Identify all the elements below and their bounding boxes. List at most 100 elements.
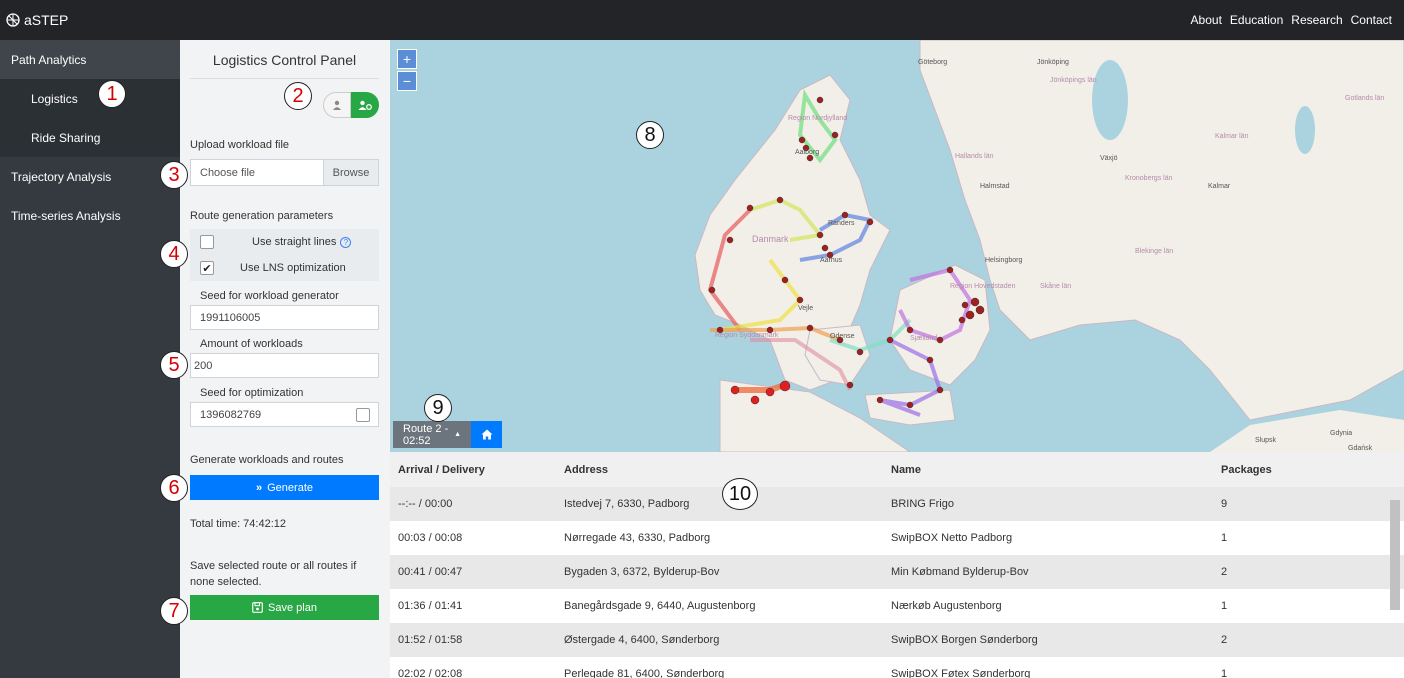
- annotation-10: 10: [722, 478, 758, 510]
- map-label-goteborg: Göteborg: [918, 59, 947, 66]
- cell-name: Min Købmand Bylderup-Bov: [891, 566, 1029, 578]
- nav-link-about[interactable]: About: [1191, 13, 1222, 27]
- seed-opt-field[interactable]: 1396082769: [190, 402, 379, 427]
- map-view[interactable]: Göteborg Jönköping Jönköpings län Gotlan…: [390, 40, 1404, 452]
- annotation-4: 4: [160, 240, 188, 268]
- total-time: Total time: 74:42:12: [190, 518, 287, 530]
- table-row[interactable]: 00:03 / 00:08 Nørregade 43, 6330, Padbor…: [390, 521, 1404, 555]
- annotation-2: 2: [284, 82, 312, 110]
- save-hint: Save selected route or all routes if non…: [190, 560, 357, 588]
- top-nav-links: About Education Research Contact: [1191, 13, 1392, 27]
- lns-checkbox[interactable]: ✔: [200, 261, 214, 275]
- sidebar-item-logistics[interactable]: Logistics: [0, 79, 180, 118]
- browse-button[interactable]: Browse: [323, 160, 378, 185]
- annotation-5: 5: [160, 351, 188, 379]
- sidebar-item-trajectory-analysis[interactable]: Trajectory Analysis: [0, 157, 180, 196]
- amount-input[interactable]: 200: [190, 353, 379, 378]
- seed-opt-checkbox[interactable]: [356, 408, 370, 422]
- seed-workload-input[interactable]: 1991106005: [190, 305, 379, 330]
- nav-link-contact[interactable]: Contact: [1351, 13, 1392, 27]
- save-plan-label: Save plan: [268, 601, 317, 614]
- user-icon: [333, 100, 341, 110]
- straight-lines-checkbox[interactable]: [200, 235, 214, 249]
- cell-name: Nærkøb Augustenborg: [891, 600, 1002, 612]
- user-mode-toggle: [323, 92, 379, 118]
- map-label-danmark: Danmark: [752, 234, 789, 244]
- cell-name: SwipBOX Borgen Sønderborg: [891, 634, 1038, 646]
- cell-arrival: --:-- / 00:00: [398, 498, 453, 510]
- map-label-region-hovedstaden: Region Hovedstaden: [950, 283, 1015, 290]
- astep-logo-icon: [6, 13, 20, 27]
- map-label-slupsk: Slupsk: [1255, 437, 1277, 444]
- cell-packages: 2: [1221, 566, 1228, 578]
- map-label-aalborg: Aalborg: [795, 149, 819, 156]
- save-plan-button[interactable]: Save plan: [190, 595, 379, 620]
- map-label-region-syddanmark: Region Syddanmark: [715, 332, 779, 339]
- annotation-6: 6: [160, 474, 188, 502]
- user-settings-button[interactable]: [351, 92, 379, 118]
- annotation-7: 7: [160, 597, 188, 625]
- scrollbar-thumb[interactable]: [1390, 500, 1400, 610]
- map-label-randers: Randers: [828, 220, 855, 227]
- file-upload-input[interactable]: Choose file Browse: [190, 159, 379, 186]
- col-packages[interactable]: Packages: [1221, 464, 1381, 476]
- brand[interactable]: aSTEP: [6, 12, 68, 28]
- map-label-gotlands-lan: Gotlands län: [1345, 95, 1384, 102]
- col-address[interactable]: Address: [557, 464, 891, 476]
- lns-row: ✔ Use LNS optimization: [200, 261, 375, 275]
- map-label-kalmar-lan: Kalmar län: [1215, 133, 1249, 140]
- cell-address: Østergade 4, 6400, Sønderborg: [564, 634, 720, 646]
- cell-name: SwipBOX Føtex Sønderborg: [891, 668, 1031, 678]
- generate-section-label: Generate workloads and routes: [190, 454, 344, 466]
- sidebar-item-time-series-analysis[interactable]: Time-series Analysis: [0, 196, 180, 235]
- nav-link-education[interactable]: Education: [1230, 13, 1283, 27]
- map-label-jonkoping: Jönköping: [1037, 59, 1069, 66]
- annotation-8: 8: [636, 121, 664, 149]
- sidebar-item-ride-sharing[interactable]: Ride Sharing: [0, 118, 180, 157]
- zoom-in-button[interactable]: +: [397, 49, 417, 69]
- map-label-hallands-lan: Hallands län: [955, 153, 994, 160]
- table-row[interactable]: 02:02 / 02:08 Perlegade 81, 6400, Sønder…: [390, 657, 1404, 678]
- col-name[interactable]: Name: [891, 464, 1221, 476]
- map-label-odense: Odense: [830, 333, 855, 340]
- cell-arrival: 02:02 / 02:08: [398, 668, 463, 678]
- cell-packages: 1: [1221, 600, 1228, 612]
- control-panel: Logistics Control Panel Upload workload …: [180, 40, 390, 678]
- map-label-vaxjo: Växjö: [1100, 155, 1118, 162]
- params-label: Route generation parameters: [190, 210, 334, 222]
- map-label-skane-lan: Skåne län: [1040, 282, 1071, 290]
- cell-arrival: 01:36 / 01:41: [398, 600, 463, 612]
- home-button[interactable]: [471, 421, 502, 448]
- cell-packages: 1: [1221, 532, 1228, 544]
- table-scrollbar[interactable]: [1390, 488, 1400, 678]
- seed-opt-label: Seed for optimization: [200, 387, 304, 399]
- zoom-out-button[interactable]: −: [397, 71, 417, 91]
- map-canvas: Göteborg Jönköping Jönköpings län Gotlan…: [694, 40, 1404, 452]
- cell-packages: 1: [1221, 668, 1228, 678]
- map-label-jonkopings-lan: Jönköpings län: [1050, 77, 1097, 84]
- annotation-9: 9: [424, 394, 452, 422]
- sidebar-item-path-analytics[interactable]: Path Analytics: [0, 40, 180, 79]
- brand-label: aSTEP: [24, 12, 69, 28]
- generate-button[interactable]: » Generate: [190, 475, 379, 500]
- map-label-helsingborg: Helsingborg: [985, 257, 1022, 264]
- save-icon: [252, 602, 263, 613]
- double-chevron-right-icon: »: [256, 481, 263, 494]
- route-selector-dropdown[interactable]: Route 2 - 02:52 ▲: [393, 421, 471, 448]
- help-icon[interactable]: ?: [340, 236, 352, 248]
- home-icon: [481, 429, 492, 440]
- single-user-button[interactable]: [323, 92, 351, 118]
- lns-label: Use LNS optimization: [240, 262, 346, 274]
- table-row[interactable]: 00:41 / 00:47 Bygaden 3, 6372, Bylderup-…: [390, 555, 1404, 589]
- annotation-1: 1: [98, 80, 126, 108]
- route-selector-label: Route 2 - 02:52: [403, 422, 449, 447]
- amount-label: Amount of workloads: [200, 338, 303, 350]
- seed-opt-value: 1396082769: [200, 408, 262, 421]
- nav-link-research[interactable]: Research: [1291, 13, 1342, 27]
- cell-name: BRING Frigo: [891, 498, 954, 510]
- col-arrival-delivery[interactable]: Arrival / Delivery: [390, 464, 557, 476]
- table-row[interactable]: --:-- / 00:00 Istedvej 7, 6330, Padborg …: [390, 487, 1404, 521]
- table-row[interactable]: 01:36 / 01:41 Banegårdsgade 9, 6440, Aug…: [390, 589, 1404, 623]
- map-label-aarhus: Aarhus: [820, 257, 843, 264]
- table-row[interactable]: 01:52 / 01:58 Østergade 4, 6400, Sønderb…: [390, 623, 1404, 657]
